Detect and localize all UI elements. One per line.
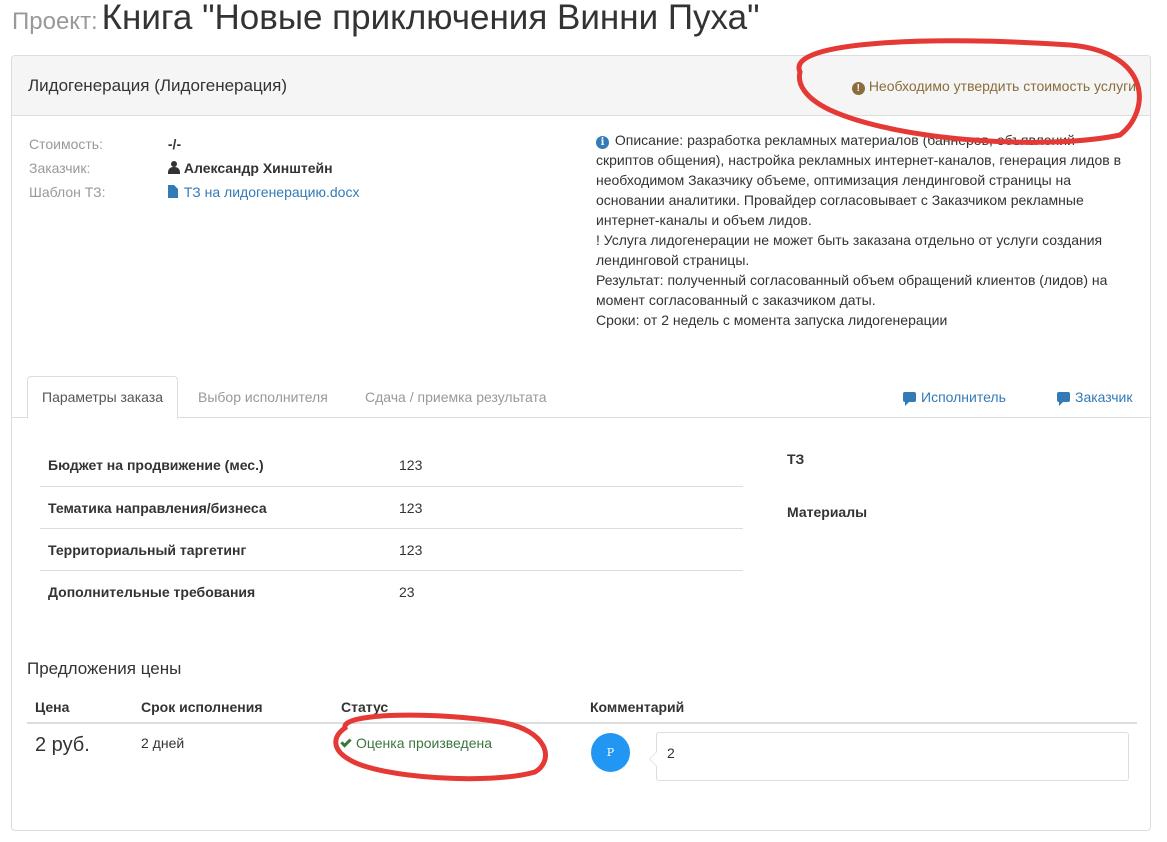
avatar: Р bbox=[591, 733, 630, 772]
column-header-status: Статус bbox=[341, 699, 389, 715]
meta-row-template: Шаблон ТЗ: ТЗ на лидогенерацию.docx bbox=[29, 180, 359, 204]
param-label: Территориальный таргетинг bbox=[48, 542, 247, 558]
param-label: Дополнительные требования bbox=[48, 584, 256, 600]
template-file-link[interactable]: ТЗ на лидогенерацию.docx bbox=[167, 180, 360, 204]
file-icon bbox=[167, 185, 178, 198]
panel-heading: Лидогенерация (Лидогенерация) ! Необходим… bbox=[12, 56, 1150, 116]
offer-price: 2 руб. bbox=[35, 734, 90, 756]
executor-chat-label: Исполнитель bbox=[921, 389, 1006, 405]
customer-value: Александр Хинштейн bbox=[167, 156, 333, 180]
cost-warning-text: Необходимо утвердить стоимость услуги bbox=[868, 78, 1136, 94]
order-tabs: Параметры заказа Выбор исполнителя Сдача… bbox=[12, 376, 1150, 419]
offers-header: Цена Срок исполнения Статус Комментарий bbox=[27, 691, 1137, 724]
param-value: 123 bbox=[399, 542, 423, 558]
column-header-comment: Комментарий bbox=[590, 699, 685, 715]
description-line: Результат: полученный согласованный объе… bbox=[596, 272, 1108, 308]
template-file-name: ТЗ на лидогенерацию.docx bbox=[183, 184, 360, 200]
panel-title: Лидогенерация (Лидогенерация) bbox=[28, 76, 288, 95]
column-header-term: Срок исполнения bbox=[141, 699, 263, 715]
service-meta: Стоимость: -/- Заказчик: Александр Хиншт… bbox=[29, 132, 359, 204]
offers-table: Цена Срок исполнения Статус Комментарий … bbox=[27, 691, 1137, 794]
customer-name: Александр Хинштейн bbox=[183, 160, 333, 176]
cost-warning: ! Необходимо утвердить стоимость услуги bbox=[851, 78, 1136, 95]
project-label: Проект: bbox=[12, 8, 98, 35]
table-row: Дополнительные требования 23 bbox=[40, 570, 743, 612]
customer-label: Заказчик: bbox=[29, 160, 91, 176]
exclamation-icon: ! bbox=[851, 82, 865, 95]
order-params-table: Бюджет на продвижение (мес.) 123 Тематик… bbox=[40, 444, 743, 612]
service-description: i Описание: разработка рекламных материа… bbox=[596, 130, 1136, 330]
description-line: ! Услуга лидогенерации не может быть зак… bbox=[596, 232, 1103, 268]
offer-status: Оценка произведена bbox=[340, 735, 493, 751]
check-icon bbox=[340, 736, 352, 748]
meta-row-customer: Заказчик: Александр Хинштейн bbox=[29, 156, 359, 180]
user-icon bbox=[167, 161, 180, 174]
customer-chat-label: Заказчик bbox=[1075, 389, 1133, 405]
comment-bubble: 2 bbox=[649, 732, 1129, 781]
table-row: Тематика направления/бизнеса 123 bbox=[40, 486, 743, 528]
comment-icon bbox=[903, 392, 916, 406]
description-text: Описание: разработка рекламных материало… bbox=[596, 132, 1122, 228]
column-header-price: Цена bbox=[35, 699, 70, 715]
meta-row-cost: Стоимость: -/- bbox=[29, 132, 359, 156]
param-label: Тематика направления/бизнеса bbox=[48, 500, 267, 516]
table-row: Бюджет на продвижение (мес.) 123 bbox=[40, 444, 743, 486]
param-value: 23 bbox=[399, 584, 415, 600]
table-row: Территориальный таргетинг 123 bbox=[40, 528, 743, 570]
param-value: 123 bbox=[399, 500, 423, 516]
cost-label: Стоимость: bbox=[29, 136, 103, 152]
info-icon: i bbox=[596, 136, 609, 149]
table-row: 2 руб. 2 дней Оценка произведена Р 2 bbox=[27, 724, 1137, 794]
cost-value: -/- bbox=[167, 136, 182, 152]
comment-icon bbox=[1057, 392, 1070, 406]
offer-status-text: Оценка произведена bbox=[356, 735, 493, 751]
tab-executor-choice[interactable]: Выбор исполнителя bbox=[198, 376, 328, 418]
service-panel: Лидогенерация (Лидогенерация) ! Необходим… bbox=[11, 55, 1151, 831]
description-line: Сроки: от 2 недель с момента запуска лид… bbox=[596, 312, 948, 328]
offer-term: 2 дней bbox=[141, 735, 185, 751]
tz-heading: ТЗ bbox=[787, 451, 805, 467]
materials-heading: Материалы bbox=[787, 504, 868, 520]
param-value: 123 bbox=[399, 457, 423, 473]
executor-chat-link[interactable]: Исполнитель bbox=[903, 376, 1006, 418]
description-line: i Описание: разработка рекламных материа… bbox=[596, 130, 1136, 230]
page-title: Книга "Новые приключения Винни Пуха" bbox=[101, 0, 760, 37]
param-label: Бюджет на продвижение (мес.) bbox=[48, 457, 264, 473]
tab-delivery[interactable]: Сдача / приемка результата bbox=[365, 376, 547, 418]
tab-order-params[interactable]: Параметры заказа bbox=[27, 376, 178, 419]
offers-title: Предложения цены bbox=[27, 659, 182, 678]
page-header: Проект: Книга "Новые приключения Винни П… bbox=[12, 0, 760, 38]
template-label: Шаблон ТЗ: bbox=[29, 184, 106, 200]
customer-chat-link[interactable]: Заказчик bbox=[1057, 376, 1133, 418]
